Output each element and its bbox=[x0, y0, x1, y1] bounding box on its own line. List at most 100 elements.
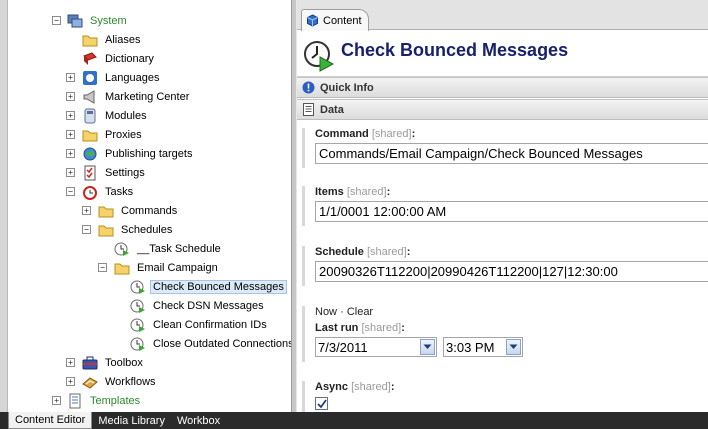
field-schedule: Schedule [shared]: 20090326T112200|20990… bbox=[302, 246, 708, 286]
content-editor-panel: Content Check Bounced Messages Quick Inf… bbox=[297, 0, 708, 412]
async-checkbox[interactable] bbox=[315, 397, 328, 410]
shared-tag: [shared] bbox=[366, 246, 407, 258]
item-header: Check Bounced Messages bbox=[297, 31, 708, 77]
tree-item-aliases[interactable]: Aliases bbox=[82, 30, 143, 49]
tab-content[interactable]: Content bbox=[301, 9, 369, 31]
collapse-icon[interactable]: − bbox=[82, 225, 91, 234]
toolbox-icon bbox=[82, 355, 98, 371]
folder-icon bbox=[98, 222, 114, 238]
tab-media-library[interactable]: Media Library bbox=[92, 412, 171, 429]
folder-icon bbox=[114, 260, 130, 276]
expand-icon[interactable]: + bbox=[66, 168, 75, 177]
tree-item-modules[interactable]: + Modules bbox=[66, 106, 150, 125]
tree-item-system[interactable]: − System bbox=[52, 11, 130, 30]
schedule-clock-icon bbox=[130, 279, 146, 295]
field-command: Command [shared]: Commands/Email Campaig… bbox=[302, 128, 708, 168]
expand-icon[interactable]: + bbox=[52, 396, 61, 405]
content-tree: − System Aliases Dictionary + Languages … bbox=[0, 0, 291, 412]
last-run-time-value: 3:03 PM bbox=[446, 339, 495, 355]
tree-item-tasks[interactable]: − Tasks bbox=[66, 182, 136, 201]
schedule-label: Schedule bbox=[315, 246, 364, 258]
tab-workbox[interactable]: Workbox bbox=[171, 412, 226, 429]
globe-icon bbox=[82, 146, 98, 162]
schedule-input[interactable]: 20090326T112200|20990426T112200|127|12:3… bbox=[315, 261, 708, 282]
chevron-down-icon[interactable] bbox=[506, 339, 521, 355]
scheduled-task-icon bbox=[304, 41, 335, 72]
command-input[interactable]: Commands/Email Campaign/Check Bounced Me… bbox=[315, 143, 708, 164]
tree-item-close-outdated-connections[interactable]: Close Outdated Connections bbox=[130, 334, 291, 353]
schedule-clock-icon bbox=[114, 241, 130, 257]
tree-item-proxies[interactable]: + Proxies bbox=[66, 125, 145, 144]
bottom-app-tabs: Content Editor Media Library Workbox bbox=[0, 412, 708, 429]
separator-dot: · bbox=[340, 306, 344, 318]
page-title: Check Bounced Messages bbox=[341, 40, 569, 60]
section-data[interactable]: Data bbox=[297, 99, 708, 120]
tab-content-editor[interactable]: Content Editor bbox=[8, 412, 93, 429]
tree-item-publishing-targets[interactable]: + Publishing targets bbox=[66, 144, 195, 163]
info-icon bbox=[302, 81, 315, 94]
section-quick-info-label: Quick Info bbox=[320, 81, 374, 94]
expand-icon[interactable]: + bbox=[66, 111, 75, 120]
tree-item-dictionary[interactable]: Dictionary bbox=[82, 49, 157, 68]
tree-item-schedules[interactable]: − Schedules bbox=[82, 220, 175, 239]
tree-item-commands[interactable]: + Commands bbox=[82, 201, 180, 220]
last-run-date-picker[interactable]: 7/3/2011 bbox=[315, 337, 437, 357]
expand-icon[interactable]: + bbox=[66, 92, 75, 101]
command-label: Command bbox=[315, 128, 369, 140]
dictionary-book-icon bbox=[82, 51, 98, 67]
tree-item-task-schedule[interactable]: __Task Schedule bbox=[114, 239, 224, 258]
folder-icon bbox=[82, 127, 98, 143]
section-quick-info[interactable]: Quick Info bbox=[297, 77, 708, 98]
tree-item-toolbox[interactable]: + Toolbox bbox=[66, 353, 146, 372]
alarm-clock-icon bbox=[82, 184, 98, 200]
tree-item-email-campaign[interactable]: − Email Campaign bbox=[98, 258, 221, 277]
languages-icon bbox=[82, 70, 98, 86]
checkmark-icon bbox=[316, 398, 327, 408]
tree-item-languages[interactable]: + Languages bbox=[66, 68, 162, 87]
tree-item-marketing-center[interactable]: + Marketing Center bbox=[66, 87, 192, 106]
collapse-icon[interactable]: − bbox=[66, 187, 75, 196]
now-link[interactable]: Now bbox=[315, 306, 337, 318]
shared-tag: [shared] bbox=[351, 381, 391, 393]
tree-item-check-dsn-messages[interactable]: Check DSN Messages bbox=[130, 296, 267, 315]
last-run-links: Now · Clear bbox=[315, 306, 708, 318]
field-async: Async [shared]: bbox=[302, 381, 708, 412]
async-label: Async bbox=[315, 381, 349, 393]
items-input[interactable]: 1/1/0001 12:00:00 AM bbox=[315, 201, 708, 222]
tab-content-label: Content bbox=[323, 14, 362, 27]
tree-item-workflows[interactable]: + Workflows bbox=[66, 372, 159, 391]
document-icon bbox=[302, 103, 315, 116]
expand-icon[interactable]: + bbox=[66, 149, 75, 158]
collapse-icon[interactable]: − bbox=[98, 263, 107, 272]
editor-tabstrip: Content bbox=[297, 0, 708, 31]
shared-tag: [shared] bbox=[346, 186, 387, 198]
tree-item-clean-confirmation-ids[interactable]: Clean Confirmation IDs bbox=[130, 315, 270, 334]
schedule-clock-icon bbox=[130, 336, 146, 352]
expand-icon[interactable]: + bbox=[66, 377, 75, 386]
collapse-icon[interactable]: − bbox=[52, 16, 61, 25]
modules-icon bbox=[82, 108, 98, 124]
megaphone-icon bbox=[82, 89, 98, 105]
expand-icon[interactable]: + bbox=[66, 130, 75, 139]
tree-gutter bbox=[0, 0, 8, 412]
template-icon bbox=[67, 393, 83, 409]
field-items: Items [shared]: 1/1/0001 12:00:00 AM bbox=[302, 186, 708, 226]
clear-link[interactable]: Clear bbox=[347, 306, 373, 318]
shared-tag: [shared] bbox=[371, 128, 412, 140]
items-label: Items bbox=[315, 186, 344, 198]
last-run-label: Last run bbox=[315, 322, 359, 334]
folder-icon bbox=[98, 203, 114, 219]
tree-item-check-bounced-messages[interactable]: Check Bounced Messages bbox=[130, 277, 287, 296]
expand-icon[interactable]: + bbox=[66, 358, 75, 367]
expand-icon[interactable]: + bbox=[82, 206, 91, 215]
settings-checklist-icon bbox=[82, 165, 98, 181]
system-icon bbox=[67, 13, 83, 29]
last-run-time-picker[interactable]: 3:03 PM bbox=[443, 337, 523, 357]
tree-item-settings[interactable]: + Settings bbox=[66, 163, 148, 182]
schedule-clock-icon bbox=[130, 298, 146, 314]
folder-icon bbox=[82, 32, 98, 48]
tree-item-templates[interactable]: + Templates bbox=[52, 391, 143, 410]
field-last-run: Now · Clear Last run [shared]: 7/3/2011 … bbox=[302, 306, 708, 362]
expand-icon[interactable]: + bbox=[66, 73, 75, 82]
chevron-down-icon[interactable] bbox=[420, 339, 435, 355]
